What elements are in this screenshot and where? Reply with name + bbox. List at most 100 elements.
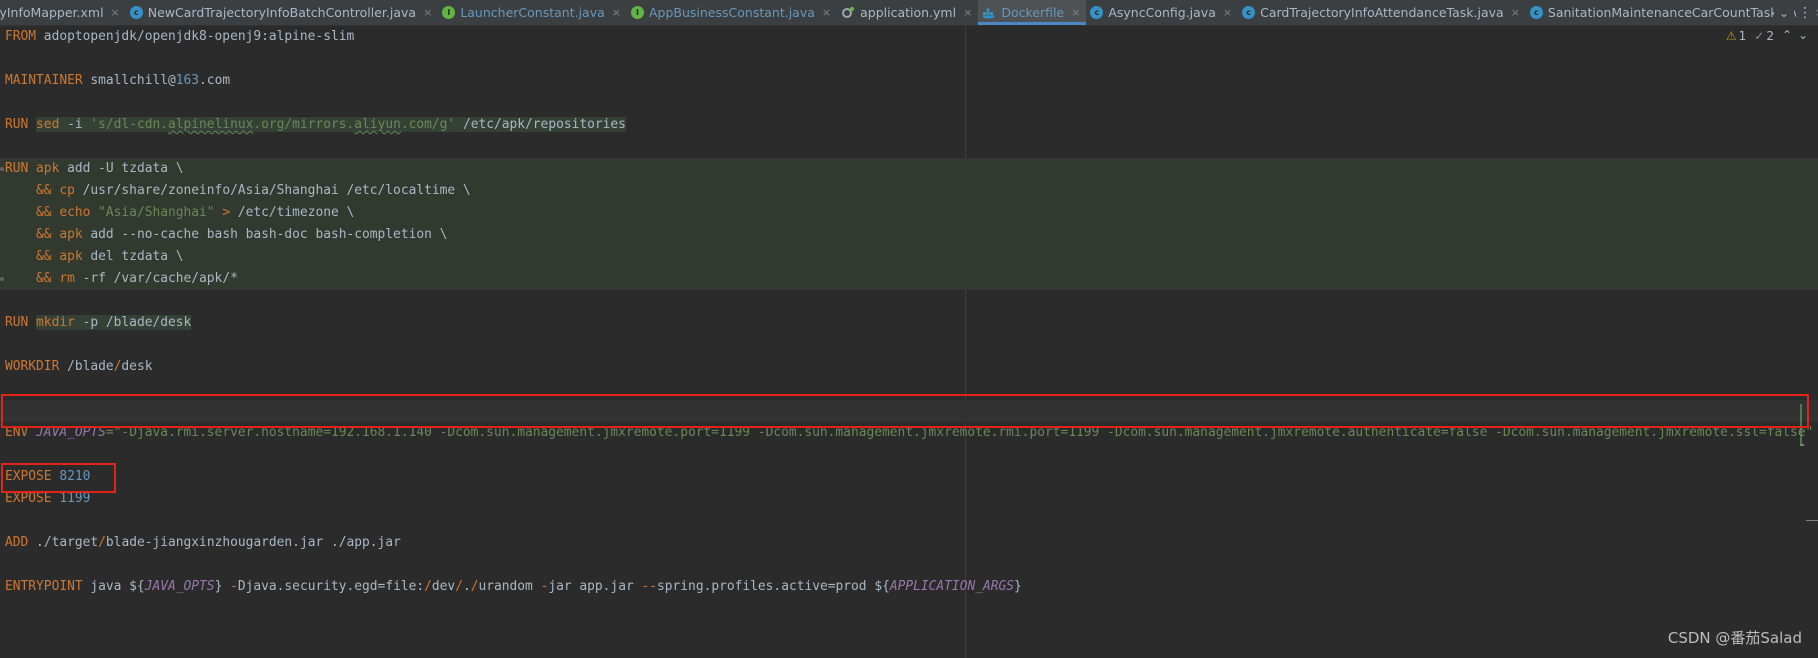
code-token: cp: [59, 183, 75, 198]
chevron-down-icon[interactable]: ⌄: [1798, 28, 1808, 42]
java-class-icon: c: [1090, 6, 1104, 19]
code-line[interactable]: RUN sed -i 's/dl-cdn.alpinelinux.org/mir…: [0, 114, 1818, 136]
close-icon[interactable]: ×: [423, 6, 432, 19]
code-lines: FROM adoptopenjdk/openjdk8-openj9:alpine…: [0, 26, 1818, 598]
code-line[interactable]: ENTRYPOINT java ${JAVA_OPTS} -Djava.secu…: [0, 576, 1818, 598]
code-token: JAVA_OPTS: [144, 579, 215, 594]
code-line[interactable]: [0, 136, 1818, 158]
code-line[interactable]: ADD ./target/blade-jiangxinzhougarden.ja…: [0, 532, 1818, 554]
warning-count[interactable]: ⚠ 1: [1726, 29, 1746, 43]
weak-warning-count[interactable]: ✓ 2: [1754, 29, 1774, 43]
code-token: MAINTAINER: [5, 73, 83, 88]
tab-label: Dockerfile: [1001, 5, 1065, 20]
tab-label: application.yml: [860, 5, 957, 20]
java-class-icon: c: [1529, 6, 1543, 19]
code-line[interactable]: && cp /usr/share/zoneinfo/Asia/Shanghai …: [0, 180, 1818, 202]
highlight-box-expose: [1, 463, 116, 493]
code-token: APPLICATION_ARGS: [889, 579, 1015, 594]
code-token: jar app.jar: [548, 579, 642, 594]
code-token: adoptopenjdk/openjdk8-openj9:alpine-slim: [36, 29, 355, 44]
code-token: .: [462, 579, 471, 594]
more-tabs-icon[interactable]: ⋮: [1796, 0, 1814, 25]
close-icon[interactable]: ×: [963, 6, 972, 19]
code-line[interactable]: && rm -rf /var/cache/apk/*: [0, 268, 1818, 290]
code-line[interactable]: [0, 334, 1818, 356]
code-line[interactable]: [0, 48, 1818, 70]
close-icon[interactable]: ×: [1511, 6, 1520, 19]
code-token: add -U tzdata \: [59, 161, 184, 176]
code-token: -i: [59, 117, 91, 132]
code-token: &&: [5, 227, 60, 242]
tab-0[interactable]: lyInfoMapper.xml ×: [0, 0, 126, 25]
chevron-up-icon[interactable]: ⌃: [1782, 28, 1792, 42]
code-token: blade-jiangxinzhougarden.jar ./app.jar: [105, 535, 401, 550]
tab-5[interactable]: Dockerfile ×: [978, 0, 1087, 25]
code-token: add --no-cache bash bash-doc bash-comple…: [82, 227, 448, 242]
code-line[interactable]: MAINTAINER smallchill@163.com: [0, 70, 1818, 92]
code-line[interactable]: WORKDIR /blade/desk: [0, 356, 1818, 378]
code-line[interactable]: [0, 290, 1818, 312]
tab-1[interactable]: c NewCardTrajectoryInfoBatchController.ja…: [126, 0, 439, 25]
close-icon[interactable]: ×: [612, 6, 621, 19]
code-token: /: [98, 535, 106, 550]
close-icon[interactable]: ×: [111, 6, 120, 19]
chevron-down-icon[interactable]: ⌄: [1774, 0, 1794, 25]
code-token: RUN: [5, 117, 37, 132]
tab-3[interactable]: I AppBusinessConstant.java ×: [627, 0, 837, 25]
code-token: }: [1014, 579, 1022, 594]
code-editor[interactable]: FROM adoptopenjdk/openjdk8-openj9:alpine…: [0, 26, 1818, 658]
code-token: "Asia/Shanghai": [98, 205, 215, 220]
code-line[interactable]: && apk add --no-cache bash bash-doc bash…: [0, 224, 1818, 246]
code-token: echo: [59, 205, 91, 220]
tab-label: AsyncConfig.java: [1108, 5, 1216, 20]
tab-label: LauncherConstant.java: [460, 5, 605, 20]
code-token: apk: [36, 161, 60, 176]
fold-marker-icon[interactable]: [0, 167, 4, 171]
code-token: --: [641, 579, 658, 594]
tab-2[interactable]: I LauncherConstant.java ×: [438, 0, 627, 25]
tab-4[interactable]: application.yml ×: [837, 0, 978, 25]
code-token: del tzdata \: [82, 249, 184, 264]
tab-6[interactable]: c AsyncConfig.java ×: [1086, 0, 1238, 25]
close-icon[interactable]: ×: [1071, 6, 1080, 19]
code-token: /: [424, 579, 432, 594]
code-token: Djava.security.egd=file:: [237, 579, 425, 594]
code-line[interactable]: EXPOSE 8210: [0, 466, 1818, 488]
code-token: mkdir: [36, 315, 75, 330]
tab-label: AppBusinessConstant.java: [648, 5, 815, 20]
code-token: RUN: [5, 161, 37, 176]
code-token: aliyun: [354, 117, 401, 132]
watermark: CSDN @番茄Salad: [1667, 629, 1802, 647]
code-line[interactable]: [0, 510, 1818, 532]
close-icon[interactable]: ×: [1223, 6, 1232, 19]
editor-tab-bar: lyInfoMapper.xml × c NewCardTrajectoryInfoB…: [0, 0, 1818, 26]
close-icon[interactable]: ×: [822, 6, 831, 19]
docker-file-icon: [982, 6, 996, 19]
code-line[interactable]: [0, 554, 1818, 576]
code-line[interactable]: FROM adoptopenjdk/openjdk8-openj9:alpine…: [0, 26, 1818, 48]
code-token: -: [230, 579, 238, 594]
code-line[interactable]: [0, 444, 1818, 466]
code-line[interactable]: [0, 92, 1818, 114]
code-line[interactable]: && apk del tzdata \: [0, 246, 1818, 268]
code-token: &&: [5, 205, 60, 220]
code-token: }: [214, 579, 231, 594]
code-token: FROM: [5, 29, 37, 44]
code-token: 1199: [59, 491, 91, 506]
code-line[interactable]: RUN apk add -U tzdata \: [0, 158, 1818, 180]
yaml-file-icon: [841, 6, 855, 19]
tab-7[interactable]: c CardTrajectoryInfoAttendanceTask.java ×: [1238, 0, 1526, 25]
inspection-widget[interactable]: ⚠ 1 ✓ 2: [1726, 29, 1774, 43]
weak-warning-icon: ✓: [1754, 29, 1765, 43]
code-token: >: [214, 205, 238, 220]
code-line[interactable]: EXPOSE 1199: [0, 488, 1818, 510]
code-line[interactable]: RUN mkdir -p /blade/desk: [0, 312, 1818, 334]
code-token: 163: [175, 73, 200, 88]
code-token: ADD: [5, 535, 29, 550]
fold-marker-icon[interactable]: [0, 277, 4, 281]
code-token: apk: [59, 227, 83, 242]
code-token: &&: [5, 271, 60, 286]
code-line[interactable]: && echo "Asia/Shanghai" > /etc/timezone …: [0, 202, 1818, 224]
code-token: desk: [121, 359, 153, 374]
